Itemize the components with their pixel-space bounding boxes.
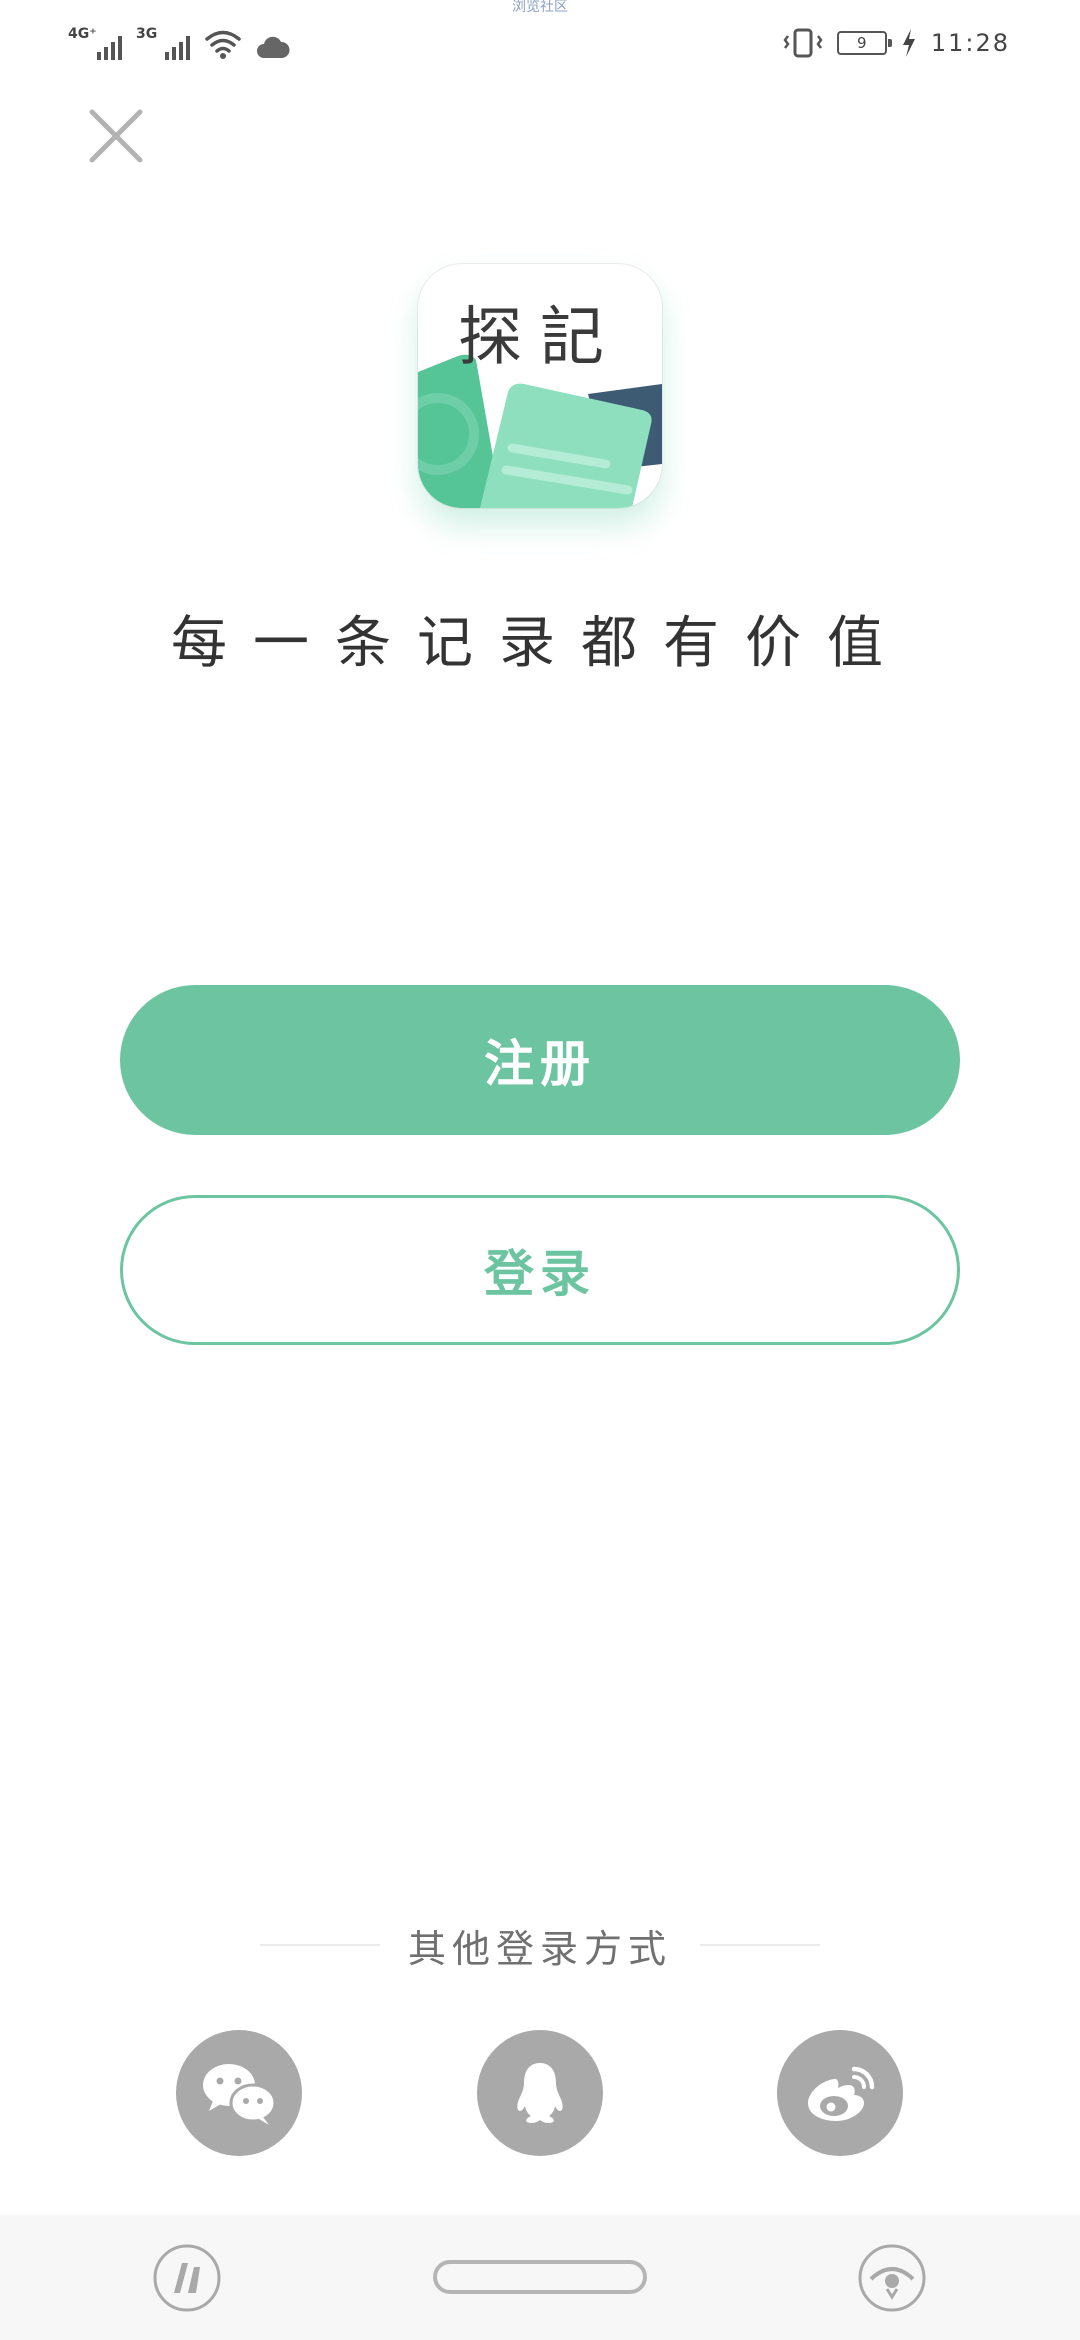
eye-comfort-icon: [858, 2244, 926, 2312]
status-left: 4G⁺ 3G: [68, 26, 290, 60]
cell-signal-icon-1: 4G⁺: [68, 26, 122, 60]
network-type-label-2: 3G: [136, 26, 158, 42]
other-login-divider: 其他登录方式: [0, 1915, 1080, 1975]
wechat-login-button[interactable]: [176, 2030, 302, 2156]
nav-right-button[interactable]: [857, 2243, 927, 2313]
wifi-icon: [205, 30, 241, 59]
app-logo-title: 探記: [458, 301, 622, 375]
wechat-icon: [203, 2064, 277, 2125]
top-caption: 浏览社区: [512, 0, 568, 15]
home-indicator[interactable]: [433, 2260, 647, 2294]
battery-icon: 9: [836, 31, 892, 55]
vibrate-icon: [783, 28, 823, 58]
cell-signal-icon-2: 3G: [136, 26, 190, 60]
app-switcher-icon: [153, 2244, 221, 2312]
status-bar: 浏览社区 4G⁺ 3G 9 11:28: [0, 0, 1080, 90]
cloud-icon: [257, 36, 290, 58]
close-button[interactable]: [86, 106, 146, 166]
register-button[interactable]: 注册: [120, 985, 960, 1135]
qq-login-button[interactable]: [477, 2030, 603, 2156]
login-button[interactable]: 登录: [120, 1195, 960, 1345]
app-logo: 探記: [418, 264, 662, 508]
close-icon: [89, 109, 143, 163]
charging-icon: [902, 29, 915, 57]
weibo-login-button[interactable]: [777, 2030, 903, 2156]
divider-line-right: [700, 1944, 820, 1946]
network-type-label: 4G⁺: [68, 26, 97, 42]
nav-left-button[interactable]: [152, 2243, 222, 2313]
qq-icon: [517, 2063, 563, 2124]
clock: 11:28: [930, 29, 1010, 57]
status-right: 9 11:28: [783, 28, 1010, 58]
weibo-icon: [808, 2066, 875, 2121]
tagline: 每一条记录都有价值: [171, 611, 909, 676]
divider-line-left: [259, 1944, 380, 1946]
navigation-bar: [0, 2215, 1080, 2340]
other-login-label: 其他登录方式: [407, 1926, 672, 1971]
